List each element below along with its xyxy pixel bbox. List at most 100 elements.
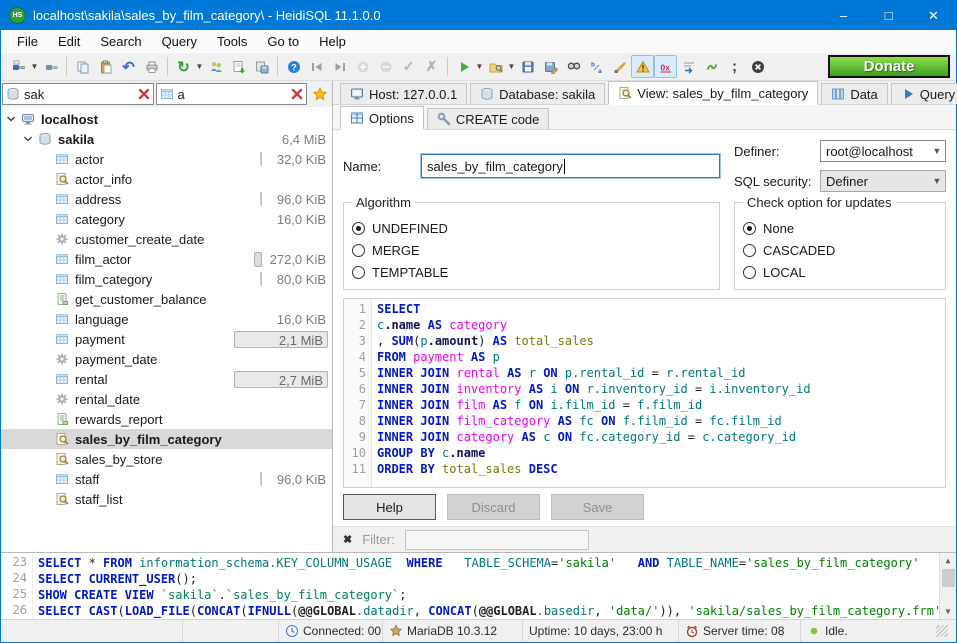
donate-button[interactable]: Donate: [828, 55, 950, 78]
save-sql-icon[interactable]: [516, 55, 539, 78]
tree-item-staff_list[interactable]: staff_list: [1, 489, 332, 509]
run-query-icon[interactable]: [452, 55, 475, 78]
scroll-down-icon[interactable]: ▼: [940, 604, 956, 619]
minimize-button[interactable]: –: [821, 1, 866, 30]
semicolon-icon[interactable]: ;: [723, 55, 746, 78]
tree-item-language[interactable]: language16,0 KiB: [1, 309, 332, 329]
chevron-expanded-icon[interactable]: [3, 112, 19, 126]
tree-item-actor_info[interactable]: actor_info: [1, 169, 332, 189]
tree-item-rental[interactable]: rental2,7 MiB: [1, 369, 332, 389]
tree-filter-input-1[interactable]: sak: [2, 83, 154, 105]
tab-query[interactable]: Query: [891, 83, 957, 104]
first-record-icon[interactable]: [305, 55, 328, 78]
tree-item-rental_date[interactable]: rental_date: [1, 389, 332, 409]
save-sql-as-icon[interactable]: [539, 55, 562, 78]
tree-item-get_customer_balance[interactable]: get_customer_balance: [1, 289, 332, 309]
chevron-down-icon[interactable]: ▼: [507, 62, 516, 71]
insert-record-icon[interactable]: [351, 55, 374, 78]
delete-record-icon[interactable]: [374, 55, 397, 78]
tree-item-payment_date[interactable]: payment_date: [1, 349, 332, 369]
view-select-code-editor[interactable]: 1234567891011 SELECTc.name AS category, …: [343, 298, 946, 488]
disconnect-icon[interactable]: [39, 55, 62, 78]
subtab-create-code[interactable]: CREATE code: [427, 108, 550, 129]
hex-toggle-icon[interactable]: 0x: [654, 55, 677, 78]
tree-item-actor[interactable]: actor32,0 KiB: [1, 149, 332, 169]
find-icon[interactable]: [562, 55, 585, 78]
undo-icon[interactable]: ↶: [117, 55, 140, 78]
close-button[interactable]: ✕: [911, 1, 956, 30]
save-blob-icon[interactable]: [250, 55, 273, 78]
menu-query[interactable]: Query: [152, 31, 207, 52]
paste-icon[interactable]: [94, 55, 117, 78]
replace-icon[interactable]: ba: [585, 55, 608, 78]
favorites-star-icon[interactable]: [309, 83, 331, 105]
tree-item-staff[interactable]: staff96,0 KiB: [1, 469, 332, 489]
scroll-up-icon[interactable]: ▲: [940, 553, 956, 568]
load-sql-icon[interactable]: [484, 55, 507, 78]
radio-merge[interactable]: MERGE: [352, 239, 711, 261]
radio-temptable[interactable]: TEMPTABLE: [352, 261, 711, 283]
tab-data[interactable]: Data: [821, 83, 887, 104]
export-rows-icon[interactable]: [227, 55, 250, 78]
maximize-button[interactable]: □: [866, 1, 911, 30]
tree-item-sales_by_film_category[interactable]: sales_by_film_category: [1, 429, 332, 449]
tree-item-category[interactable]: category16,0 KiB: [1, 209, 332, 229]
chevron-down-icon[interactable]: ▼: [30, 62, 39, 71]
last-record-icon[interactable]: [328, 55, 351, 78]
copy-icon[interactable]: [71, 55, 94, 78]
help-icon[interactable]: ?: [282, 55, 305, 78]
subtab-options[interactable]: Options: [340, 106, 424, 130]
chevron-down-icon[interactable]: ▼: [195, 62, 204, 71]
tree-item-sales_by_store[interactable]: sales_by_store: [1, 449, 332, 469]
tree-item-film_actor[interactable]: film_actor272,0 KiB: [1, 249, 332, 269]
tree-item-address[interactable]: address96,0 KiB: [1, 189, 332, 209]
radio-local[interactable]: LOCAL: [743, 261, 937, 283]
menu-tools[interactable]: Tools: [207, 31, 257, 52]
tree-item-sakila[interactable]: sakila6,4 MiB: [1, 129, 332, 149]
tree-item-localhost[interactable]: localhost: [1, 109, 332, 129]
close-filter-icon[interactable]: ✖: [343, 533, 352, 546]
code-line: SELECT CURRENT_USER();: [38, 572, 939, 588]
refresh-icon[interactable]: ↻: [172, 55, 195, 78]
menu-search[interactable]: Search: [90, 31, 151, 52]
clear-filter-icon[interactable]: [137, 87, 151, 101]
warning-toggle-icon[interactable]: [631, 55, 654, 78]
filter-input[interactable]: [405, 530, 589, 550]
session-manager-icon[interactable]: [7, 55, 30, 78]
beautify-icon[interactable]: [608, 55, 631, 78]
view-name-input[interactable]: sales_by_film_category: [421, 154, 720, 178]
chevron-down-icon[interactable]: ▼: [475, 62, 484, 71]
tab-host-127-0-0-1[interactable]: Host: 127.0.0.1: [340, 83, 467, 104]
cancel-editing-icon[interactable]: ✗: [420, 55, 443, 78]
menu-edit[interactable]: Edit: [48, 31, 90, 52]
indentation-icon[interactable]: [677, 55, 700, 78]
stop-icon[interactable]: [746, 55, 769, 78]
scroll-thumb[interactable]: [942, 569, 955, 587]
menu-go-to[interactable]: Go to: [257, 31, 309, 52]
radio-none[interactable]: None: [743, 217, 937, 239]
tree-item-payment[interactable]: payment2,1 MiB: [1, 329, 332, 349]
radio-cascaded[interactable]: CASCADED: [743, 239, 937, 261]
tab-database-sakila[interactable]: Database: sakila: [470, 83, 605, 104]
radio-undefined[interactable]: UNDEFINED: [352, 217, 711, 239]
clear-filter-icon[interactable]: [290, 87, 304, 101]
resize-grip[interactable]: [936, 625, 948, 637]
tab-view-sales-by-film-category[interactable]: View: sales_by_film_category: [608, 81, 818, 105]
print-icon[interactable]: [140, 55, 163, 78]
tree-item-film_category[interactable]: film_category80,0 KiB: [1, 269, 332, 289]
sql-security-combobox[interactable]: Definer ▼: [820, 170, 946, 192]
tree-item-customer_create_date[interactable]: customer_create_date: [1, 229, 332, 249]
bind-params-icon[interactable]: [700, 55, 723, 78]
tree-item-rewards_report[interactable]: rewards_report: [1, 409, 332, 429]
tree-filter-input-2[interactable]: a: [156, 83, 308, 105]
post-changes-icon[interactable]: ✓: [397, 55, 420, 78]
definer-combobox[interactable]: root@localhost ▼: [820, 140, 946, 162]
chevron-expanded-icon[interactable]: [20, 132, 36, 146]
help-button[interactable]: Help: [343, 494, 436, 520]
user-manager-icon[interactable]: [204, 55, 227, 78]
menu-file[interactable]: File: [7, 31, 48, 52]
log-scrollbar[interactable]: ▲ ▼: [939, 553, 956, 619]
sql-log-panel[interactable]: 23242526 SELECT * FROM information_schem…: [1, 552, 956, 619]
menu-help[interactable]: Help: [309, 31, 356, 52]
view-subtabs: OptionsCREATE code: [333, 105, 956, 130]
